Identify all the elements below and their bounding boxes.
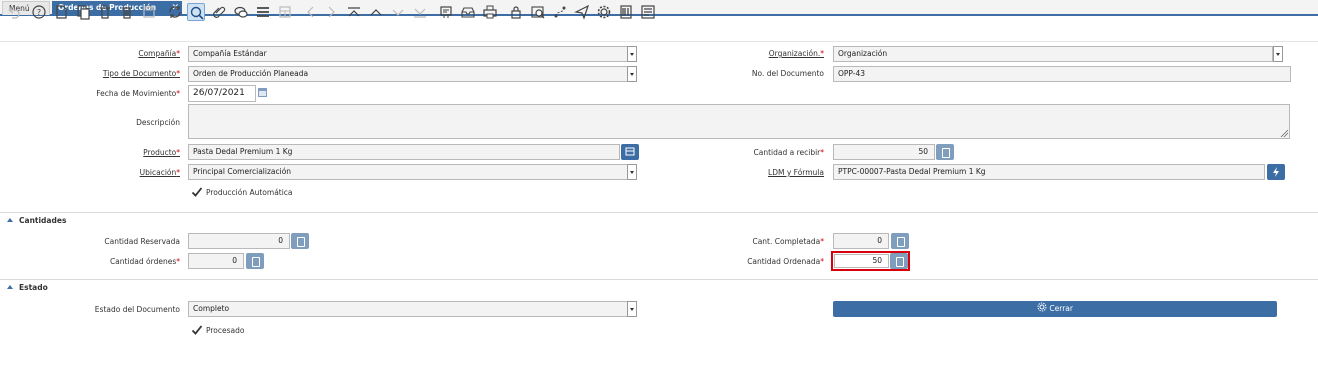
cantidades-divider xyxy=(0,212,1318,213)
producto-search-icon[interactable] xyxy=(621,144,639,160)
estado-documento-select[interactable]: Completo xyxy=(188,301,628,317)
cantidad-ordenes-calculator-icon[interactable] xyxy=(246,253,264,269)
archive-icon[interactable] xyxy=(459,3,477,21)
ubicacion-select[interactable]: Principal Comercialización xyxy=(188,164,628,180)
cantidad-recibir-input[interactable]: 50 xyxy=(833,144,935,160)
svg-text:?: ? xyxy=(37,8,41,17)
help-icon[interactable]: ? xyxy=(30,3,48,21)
next-record-icon[interactable] xyxy=(389,3,407,21)
cantidad-ordenada-label: Cantidad Ordenada* xyxy=(747,257,824,266)
organizacion-dropdown-icon[interactable] xyxy=(1273,46,1283,62)
workflow-icon[interactable] xyxy=(551,3,569,21)
cantidad-reservada-calculator-icon[interactable] xyxy=(291,233,309,249)
cantidad-reservada-label: Cantidad Reservada xyxy=(104,237,180,246)
compania-dropdown-icon[interactable] xyxy=(627,46,637,62)
organizacion-select[interactable]: Organización xyxy=(833,46,1273,62)
ldm-formula-field[interactable]: PTPC-00007-Pasta Dedal Premium 1 Kg xyxy=(833,164,1265,180)
find-icon[interactable] xyxy=(187,3,205,21)
ldm-formula-zoom-icon[interactable] xyxy=(1267,164,1285,180)
grid-toggle-icon[interactable] xyxy=(254,3,272,21)
last-record-icon[interactable] xyxy=(411,3,429,21)
cerrar-label: Cerrar xyxy=(1049,304,1073,313)
tipo-documento-label: Tipo de Documento* xyxy=(102,69,180,78)
ubicacion-dropdown-icon[interactable] xyxy=(627,164,637,180)
cant-completada-label: Cant. Completada* xyxy=(752,237,824,246)
product-info-icon[interactable] xyxy=(617,3,635,21)
collapse-triangle-icon[interactable] xyxy=(7,218,13,222)
prev-parent-icon[interactable] xyxy=(302,3,320,21)
ldm-formula-label: LDM y Fórmula xyxy=(768,168,824,177)
tipo-documento-select[interactable]: Orden de Producción Planeada xyxy=(188,66,628,82)
print-icon[interactable] xyxy=(481,3,499,21)
organizacion-label: Organización.* xyxy=(768,49,824,58)
no-documento-label: No. del Documento xyxy=(751,69,824,78)
lock-icon[interactable] xyxy=(507,3,525,21)
cerrar-button[interactable]: Cerrar xyxy=(833,301,1277,317)
cantidad-ordenes-label: Cantidad órdenes* xyxy=(109,257,180,266)
compania-select[interactable]: Compañía Estándar xyxy=(188,46,628,62)
fecha-movimiento-input[interactable]: 26/07/2021 xyxy=(188,85,256,102)
zoom-across-icon[interactable] xyxy=(529,3,547,21)
producto-label: Producto* xyxy=(143,148,180,157)
process-icon[interactable] xyxy=(595,3,613,21)
resize-handle-icon[interactable] xyxy=(1280,129,1289,138)
cantidades-section-title[interactable]: Cantidades xyxy=(19,216,66,225)
calendar-icon[interactable] xyxy=(257,85,268,102)
next-detail-icon[interactable] xyxy=(322,3,340,21)
producto-field[interactable]: Pasta Dedal Premium 1 Kg xyxy=(188,144,620,160)
compania-label: Compañía* xyxy=(138,49,180,58)
ubicacion-label: Ubicación* xyxy=(139,168,180,177)
undo-icon[interactable] xyxy=(4,3,22,21)
estado-documento-label: Estado del Documento xyxy=(94,305,180,314)
estado-divider xyxy=(0,279,1318,280)
report-icon[interactable] xyxy=(437,3,455,21)
history-icon[interactable] xyxy=(276,3,294,21)
procesado-checkbox xyxy=(191,324,203,336)
estado-documento-dropdown-icon[interactable] xyxy=(627,301,637,317)
procesado-label: Procesado xyxy=(206,326,245,335)
fecha-movimiento-label: Fecha de Movimiento* xyxy=(96,89,180,98)
refresh-icon[interactable] xyxy=(166,3,184,21)
delete-icon[interactable] xyxy=(96,3,114,21)
copy-record-icon[interactable] xyxy=(74,3,92,21)
descripcion-label: Descripción xyxy=(136,118,180,127)
first-record-icon[interactable] xyxy=(345,3,363,21)
cantidad-ordenes-input[interactable]: 0 xyxy=(188,253,244,269)
cantidad-recibir-calculator-icon[interactable] xyxy=(936,144,954,160)
no-documento-field[interactable]: OPP-43 xyxy=(833,66,1291,82)
cantidad-recibir-label: Cantidad a recibir* xyxy=(753,148,824,157)
previous-record-icon[interactable] xyxy=(367,3,385,21)
cant-completada-calculator-icon[interactable] xyxy=(891,233,909,249)
produccion-automatica-label: Producción Automática xyxy=(206,188,293,197)
send-icon[interactable] xyxy=(573,3,591,21)
new-record-icon[interactable] xyxy=(52,3,70,21)
delete-selection-icon[interactable] xyxy=(118,3,136,21)
cant-completada-input[interactable]: 0 xyxy=(833,233,889,249)
tab-production-orders[interactable]: Ordenes de Producción Plane... ✕ xyxy=(52,1,182,26)
export-icon[interactable] xyxy=(639,3,657,21)
chat-icon[interactable] xyxy=(232,3,250,21)
cantidad-ordenada-input[interactable]: 50 xyxy=(834,254,889,268)
attachment-icon[interactable] xyxy=(210,3,228,21)
cantidad-ordenada-calculator-icon[interactable] xyxy=(890,253,908,269)
gear-icon xyxy=(1037,302,1047,312)
descripcion-textarea[interactable] xyxy=(188,104,1290,139)
estado-section-title[interactable]: Estado xyxy=(19,283,48,292)
tipo-documento-dropdown-icon[interactable] xyxy=(627,66,637,82)
cantidad-reservada-input[interactable]: 0 xyxy=(188,233,290,249)
save-icon[interactable] xyxy=(140,3,158,21)
produccion-automatica-checkbox[interactable] xyxy=(191,186,203,198)
collapse-triangle-icon[interactable] xyxy=(7,285,13,289)
